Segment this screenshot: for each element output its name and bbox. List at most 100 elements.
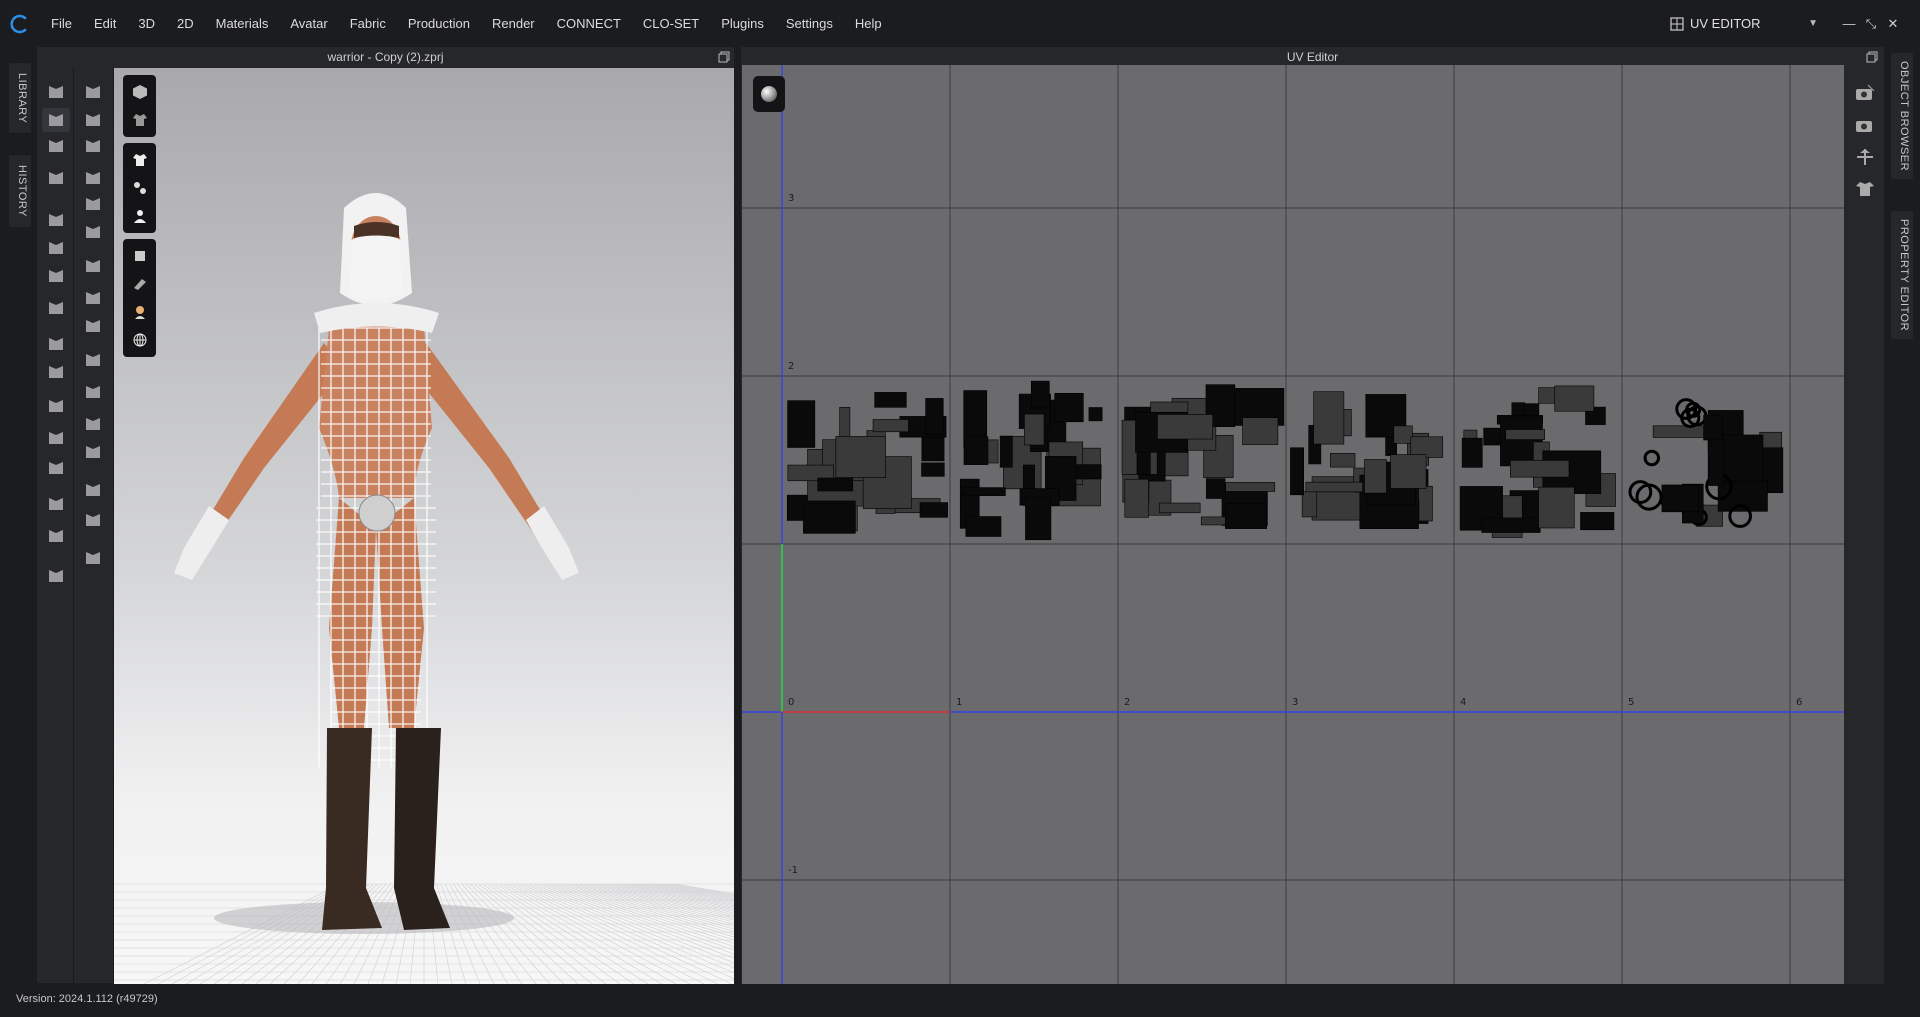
simulate-icon[interactable] [79,80,107,104]
uv-island[interactable] [1313,391,1345,445]
fabric-icon[interactable] [79,508,107,532]
uv-island[interactable] [1505,429,1545,440]
uv-island[interactable] [1390,454,1427,489]
grid-icon[interactable] [79,220,107,244]
puckering-icon[interactable] [79,134,107,158]
snap-icon[interactable] [79,286,107,310]
uv-island[interactable] [1364,459,1387,494]
mode-dropdown[interactable]: UV EDITOR ▼ [1670,16,1818,31]
avatar-measure-icon[interactable] [42,456,70,480]
clo-logo-icon[interactable] [0,0,40,47]
edit-pattern-icon[interactable] [42,394,70,418]
button-icon[interactable] [42,524,70,548]
menu-clo-set[interactable]: CLO-SET [632,0,710,47]
shirt-icon[interactable] [42,564,70,588]
menu-avatar[interactable]: Avatar [279,0,338,47]
uv-island[interactable] [1030,380,1050,409]
pattern-icon[interactable] [79,440,107,464]
rearrange-icon[interactable] [42,264,70,288]
globe-icon[interactable] [123,326,156,354]
uv-island[interactable] [1305,481,1363,493]
uv-snapshot-icon[interactable] [1853,81,1877,105]
menu-help[interactable]: Help [844,0,893,47]
accessories-icon[interactable] [123,174,156,202]
garment-fit-icon[interactable] [42,166,70,190]
uv-island[interactable] [1088,407,1103,422]
minimize-icon[interactable]: — [1838,16,1860,31]
uv-tile-1[interactable] [959,380,1103,541]
uv-island[interactable] [1652,425,1709,438]
uv-island[interactable] [1510,460,1570,478]
menu-plugins[interactable]: Plugins [710,0,775,47]
uv-island[interactable] [1225,502,1267,529]
uv-island[interactable] [1330,453,1356,468]
zipper-icon[interactable] [79,314,107,338]
window-restore-icon[interactable] [718,51,730,63]
shirt-icon[interactable] [123,146,156,174]
button-place-icon[interactable] [79,254,107,278]
measure-icon[interactable] [79,546,107,570]
uv-tile-5[interactable] [1628,398,1784,528]
uv-transform-icon[interactable] [1853,145,1877,169]
uv-island[interactable] [965,516,1002,537]
uv-island[interactable] [1481,517,1541,533]
uv-garment-icon[interactable] [1853,177,1877,201]
tab-property-editor[interactable]: PROPERTY EDITOR [1891,211,1913,340]
uv-island[interactable] [1643,449,1661,467]
uv-island[interactable] [872,419,909,433]
avatar-figure[interactable] [114,68,734,984]
uv-island[interactable] [1025,497,1052,541]
avatar-icon[interactable] [123,202,156,230]
close-icon[interactable]: ✕ [1882,16,1904,32]
edit-curve-icon[interactable] [79,166,107,190]
tack-icon[interactable] [42,208,70,232]
garment-view-icon[interactable] [123,106,156,134]
transform-icon[interactable] [42,134,70,158]
sewing-icon[interactable] [79,412,107,436]
brush-icon[interactable] [42,360,70,384]
uv-island[interactable] [1661,484,1699,513]
puller-icon[interactable] [79,348,107,372]
3d-viewport[interactable] [114,68,734,984]
menu-materials[interactable]: Materials [205,0,280,47]
move-icon[interactable] [42,108,70,132]
uv-camera-icon[interactable] [1853,113,1877,137]
uv-island[interactable] [925,398,944,436]
uv-island[interactable] [803,500,856,534]
arrange-icon[interactable] [42,236,70,260]
texture-icon[interactable] [79,478,107,502]
uv-island[interactable] [1054,392,1084,423]
uv-island[interactable] [787,400,816,448]
uv-tile-4[interactable] [1459,385,1616,538]
strap-icon[interactable] [42,296,70,320]
uv-island[interactable] [1554,385,1595,412]
select-icon[interactable] [42,80,70,104]
tab-object-browser[interactable]: OBJECT BROWSER [1891,53,1913,180]
tab-library[interactable]: LIBRARY [9,63,31,134]
uv-tile-0[interactable] [786,392,948,534]
menu-3d[interactable]: 3D [127,0,166,47]
uv-island[interactable] [1242,417,1279,445]
uv-island[interactable] [1206,478,1226,499]
menu-connect[interactable]: CONNECT [546,0,632,47]
fabric-icon[interactable] [123,270,156,298]
menu-file[interactable]: File [40,0,83,47]
menu-production[interactable]: Production [397,0,481,47]
uv-island[interactable] [1538,486,1575,529]
uv-island[interactable] [1461,437,1483,468]
menu-fabric[interactable]: Fabric [339,0,397,47]
menu-render[interactable]: Render [481,0,546,47]
stitch-icon[interactable] [79,380,107,404]
trim-icon[interactable] [79,108,107,132]
uv-canvas[interactable]: 0 1 2 3 4 5 6 3 2 -1 [742,65,1844,985]
cube-view-icon[interactable] [123,78,156,106]
sphere-shading-icon[interactable] [753,76,785,112]
uv-tile-2[interactable] [1121,384,1285,529]
avatar-pose-icon[interactable] [42,492,70,516]
uv-island[interactable] [1393,425,1413,444]
skin-icon[interactable] [123,298,156,326]
menu-edit[interactable]: Edit [83,0,127,47]
uv-island[interactable] [919,502,948,518]
menu-settings[interactable]: Settings [775,0,844,47]
uv-island[interactable] [1225,482,1276,492]
